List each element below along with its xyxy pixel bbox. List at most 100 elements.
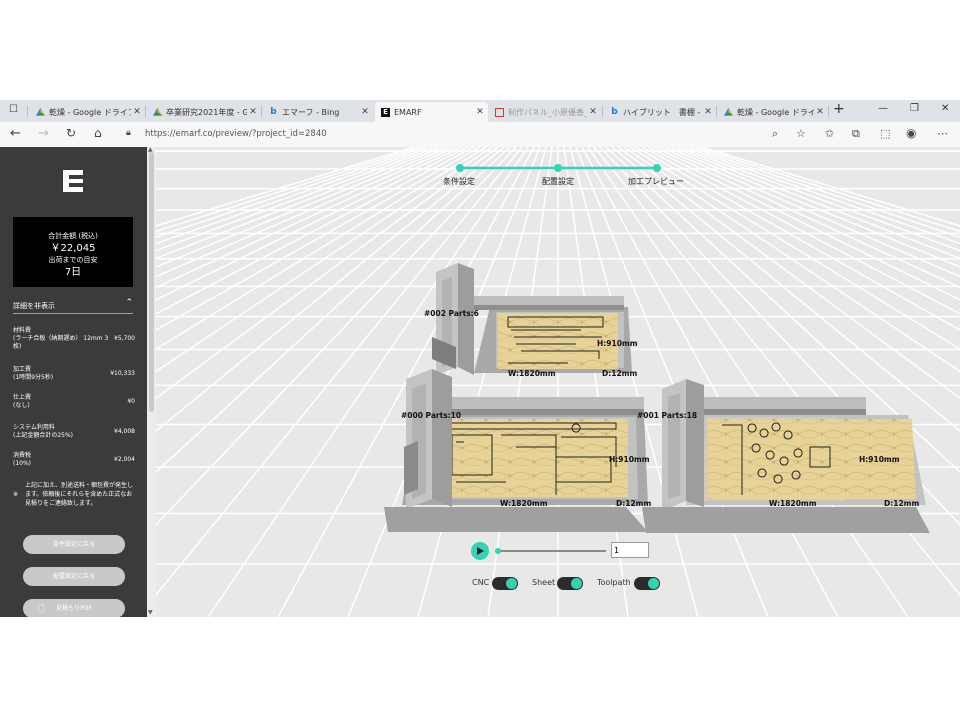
sheet-002-depth: D:12mm	[602, 369, 638, 378]
floor-grid	[156, 147, 960, 617]
tab-emarf[interactable]: E EMARF ✕	[375, 102, 488, 122]
toggle-knob	[648, 578, 659, 589]
sheet-toggle-label: Sheet	[532, 578, 556, 587]
cnc-toggle-label: CNC	[472, 578, 490, 587]
url-field[interactable]: https://emarf.co/preview/?project_id=284…	[145, 126, 835, 143]
tab-pdf[interactable]: 制作パネル_小原優香_ ✕	[489, 102, 601, 122]
close-window-button[interactable]: ✕	[941, 103, 949, 114]
tab-label: 卒業研究2021年度 - G	[166, 107, 247, 117]
frame-input[interactable]	[611, 542, 649, 558]
quote-pdf-label: 見積もりPDF	[56, 605, 92, 612]
grid-line	[617, 147, 960, 400]
toggle-knob	[506, 578, 517, 589]
tab-label: エマーフ - Bing	[282, 107, 340, 117]
close-icon[interactable]: ✕	[131, 107, 143, 117]
cost-row-tax: 消費税 (10%) ¥2,004	[13, 452, 135, 470]
grid-line	[156, 147, 517, 526]
back-arrow-icon[interactable]: ←	[10, 126, 21, 141]
cost-row-processing: 加工費 (1時間9分5秒) ¥10,333	[13, 366, 135, 384]
sheet-002-id: #002 Parts:6	[424, 309, 479, 318]
extension-icon[interactable]: ⬚	[880, 127, 890, 140]
cost-value: ¥10,333	[110, 370, 135, 377]
tab-drive-3[interactable]: 乾燥 - Google ドライブ ✕	[718, 102, 828, 122]
toolpath-toggle[interactable]	[634, 577, 660, 590]
tab-bing-shelf[interactable]: b ハイブリット 書棚 - Bin ✕	[604, 102, 716, 122]
timeline-knob[interactable]	[495, 548, 501, 554]
close-icon[interactable]: ✕	[474, 107, 486, 117]
sheet-002-width: W:1820mm	[508, 369, 556, 378]
grid-line	[156, 147, 511, 473]
favorites-icon[interactable]: ✩	[825, 127, 834, 140]
quote-pdf-button[interactable]: 🗋︎ 見積もりPDF	[23, 599, 125, 617]
price-summary: 合計金額 (税込) ￥22,045 出荷までの目安 7日	[13, 217, 133, 287]
tab-label: 制作パネル_小原優香_	[508, 107, 587, 117]
grid-line	[487, 147, 553, 617]
bing-icon: b	[611, 106, 618, 117]
chevron-up-icon: ⌃	[125, 298, 133, 308]
refresh-icon[interactable]: ↻	[66, 126, 76, 140]
tab-drive-2[interactable]: 卒業研究2021年度 - G ✕	[147, 102, 261, 122]
cost-row-system-fee: システム利用料 (上記金額合計の25%) ¥4,008	[13, 424, 135, 442]
sheet-000-id: #000 Parts:10	[401, 411, 462, 420]
step-label-preview: 加工プレビュー	[628, 177, 684, 186]
step-label-conditions: 条件設定	[443, 177, 475, 186]
machine-sheet-002	[432, 263, 632, 375]
close-icon[interactable]: ✕	[814, 107, 826, 117]
preview-viewport[interactable]: 条件設定 配置設定 加工プレビュー #002 Parts:6 H:910mm W…	[156, 147, 960, 617]
back-to-layout-button[interactable]: 配置設定に戻る	[23, 567, 125, 586]
cost-value: ¥5,700	[114, 335, 135, 342]
maximize-button[interactable]: ❐	[910, 103, 919, 114]
scroll-down-icon[interactable]: ▼	[148, 609, 153, 616]
close-icon[interactable]: ✕	[359, 107, 371, 117]
cost-label: 消費税 (10%)	[13, 452, 32, 467]
emarf-logo-icon	[63, 170, 83, 192]
step-dot-2[interactable]	[554, 164, 562, 172]
tab-actions-icon[interactable]: ☐	[9, 104, 18, 115]
tab-label: EMARF	[394, 107, 422, 117]
grid-line	[599, 147, 960, 526]
document-icon: 🗋︎	[38, 604, 45, 613]
sheet-000-board	[436, 419, 628, 497]
close-icon[interactable]: ✕	[247, 107, 259, 117]
sheet-001-width: W:1820mm	[769, 499, 817, 508]
sheet-toggle[interactable]	[557, 577, 583, 590]
minimize-button[interactable]: —	[878, 103, 888, 114]
zoom-icon[interactable]: ⌕	[772, 127, 778, 141]
forward-arrow-icon[interactable]: →	[38, 126, 49, 141]
cost-value: ¥2,004	[114, 456, 135, 463]
sheet-001-height: H:910mm	[859, 455, 900, 464]
cost-value: ¥4,008	[114, 428, 135, 435]
details-toggle[interactable]: 詳細を非表示 ⌃	[13, 298, 133, 314]
home-icon[interactable]: ⌂	[94, 126, 102, 140]
sheet-000-height: H:910mm	[609, 455, 650, 464]
lock-icon[interactable]: 🔒︎	[126, 128, 131, 138]
cost-label: 加工費 (1時間9分5秒)	[13, 366, 54, 381]
note-text: 上記に加え、別途送料・梱包費が発生します。依頼後にそれらを含めた正式なお見積りを…	[25, 482, 134, 507]
tab-bing-emarf[interactable]: b エマーフ - Bing ✕	[263, 102, 373, 122]
collections-icon[interactable]: ⧉	[852, 127, 860, 141]
google-drive-icon	[153, 107, 162, 116]
sheet-001-id: #001 Parts:18	[637, 411, 698, 420]
more-menu-icon[interactable]: ⋯	[937, 127, 948, 140]
close-icon[interactable]: ✕	[702, 107, 714, 117]
back-to-conditions-button[interactable]: 条件設定に戻る	[23, 535, 125, 554]
address-bar: ← → ↻ ⌂ 🔒︎ https://emarf.co/preview/?pro…	[0, 122, 960, 148]
grid-line	[575, 147, 769, 617]
close-icon[interactable]: ✕	[587, 107, 599, 117]
step-dot-3[interactable]	[653, 164, 661, 172]
google-drive-icon	[724, 107, 733, 116]
favorite-add-icon[interactable]: ☆	[796, 127, 806, 140]
tab-drive-1[interactable]: 乾燥 - Google ドライブ ✕	[30, 102, 145, 122]
profile-avatar-icon[interactable]: ◉	[906, 126, 916, 140]
cost-row-material: 材料費 (ラーチ合板（納期遅め） 12mm 3 枚) ¥5,700	[13, 327, 135, 350]
grid-line	[605, 147, 960, 473]
sidebar-scroll-thumb[interactable]	[149, 152, 154, 412]
toolpath-toggle-label: Toolpath	[597, 578, 631, 587]
details-toggle-label: 詳細を非表示	[13, 302, 55, 310]
cost-label: システム利用料 (上記金額合計の25%)	[13, 424, 74, 439]
cnc-toggle[interactable]	[492, 577, 518, 590]
step-dot-1[interactable]	[456, 164, 464, 172]
new-tab-button[interactable]: +	[833, 101, 845, 117]
emarf-icon: E	[381, 107, 390, 117]
browser-window: ☐ 乾燥 - Google ドライブ ✕ 卒業研究2021年度 - G ✕ b …	[0, 100, 960, 617]
